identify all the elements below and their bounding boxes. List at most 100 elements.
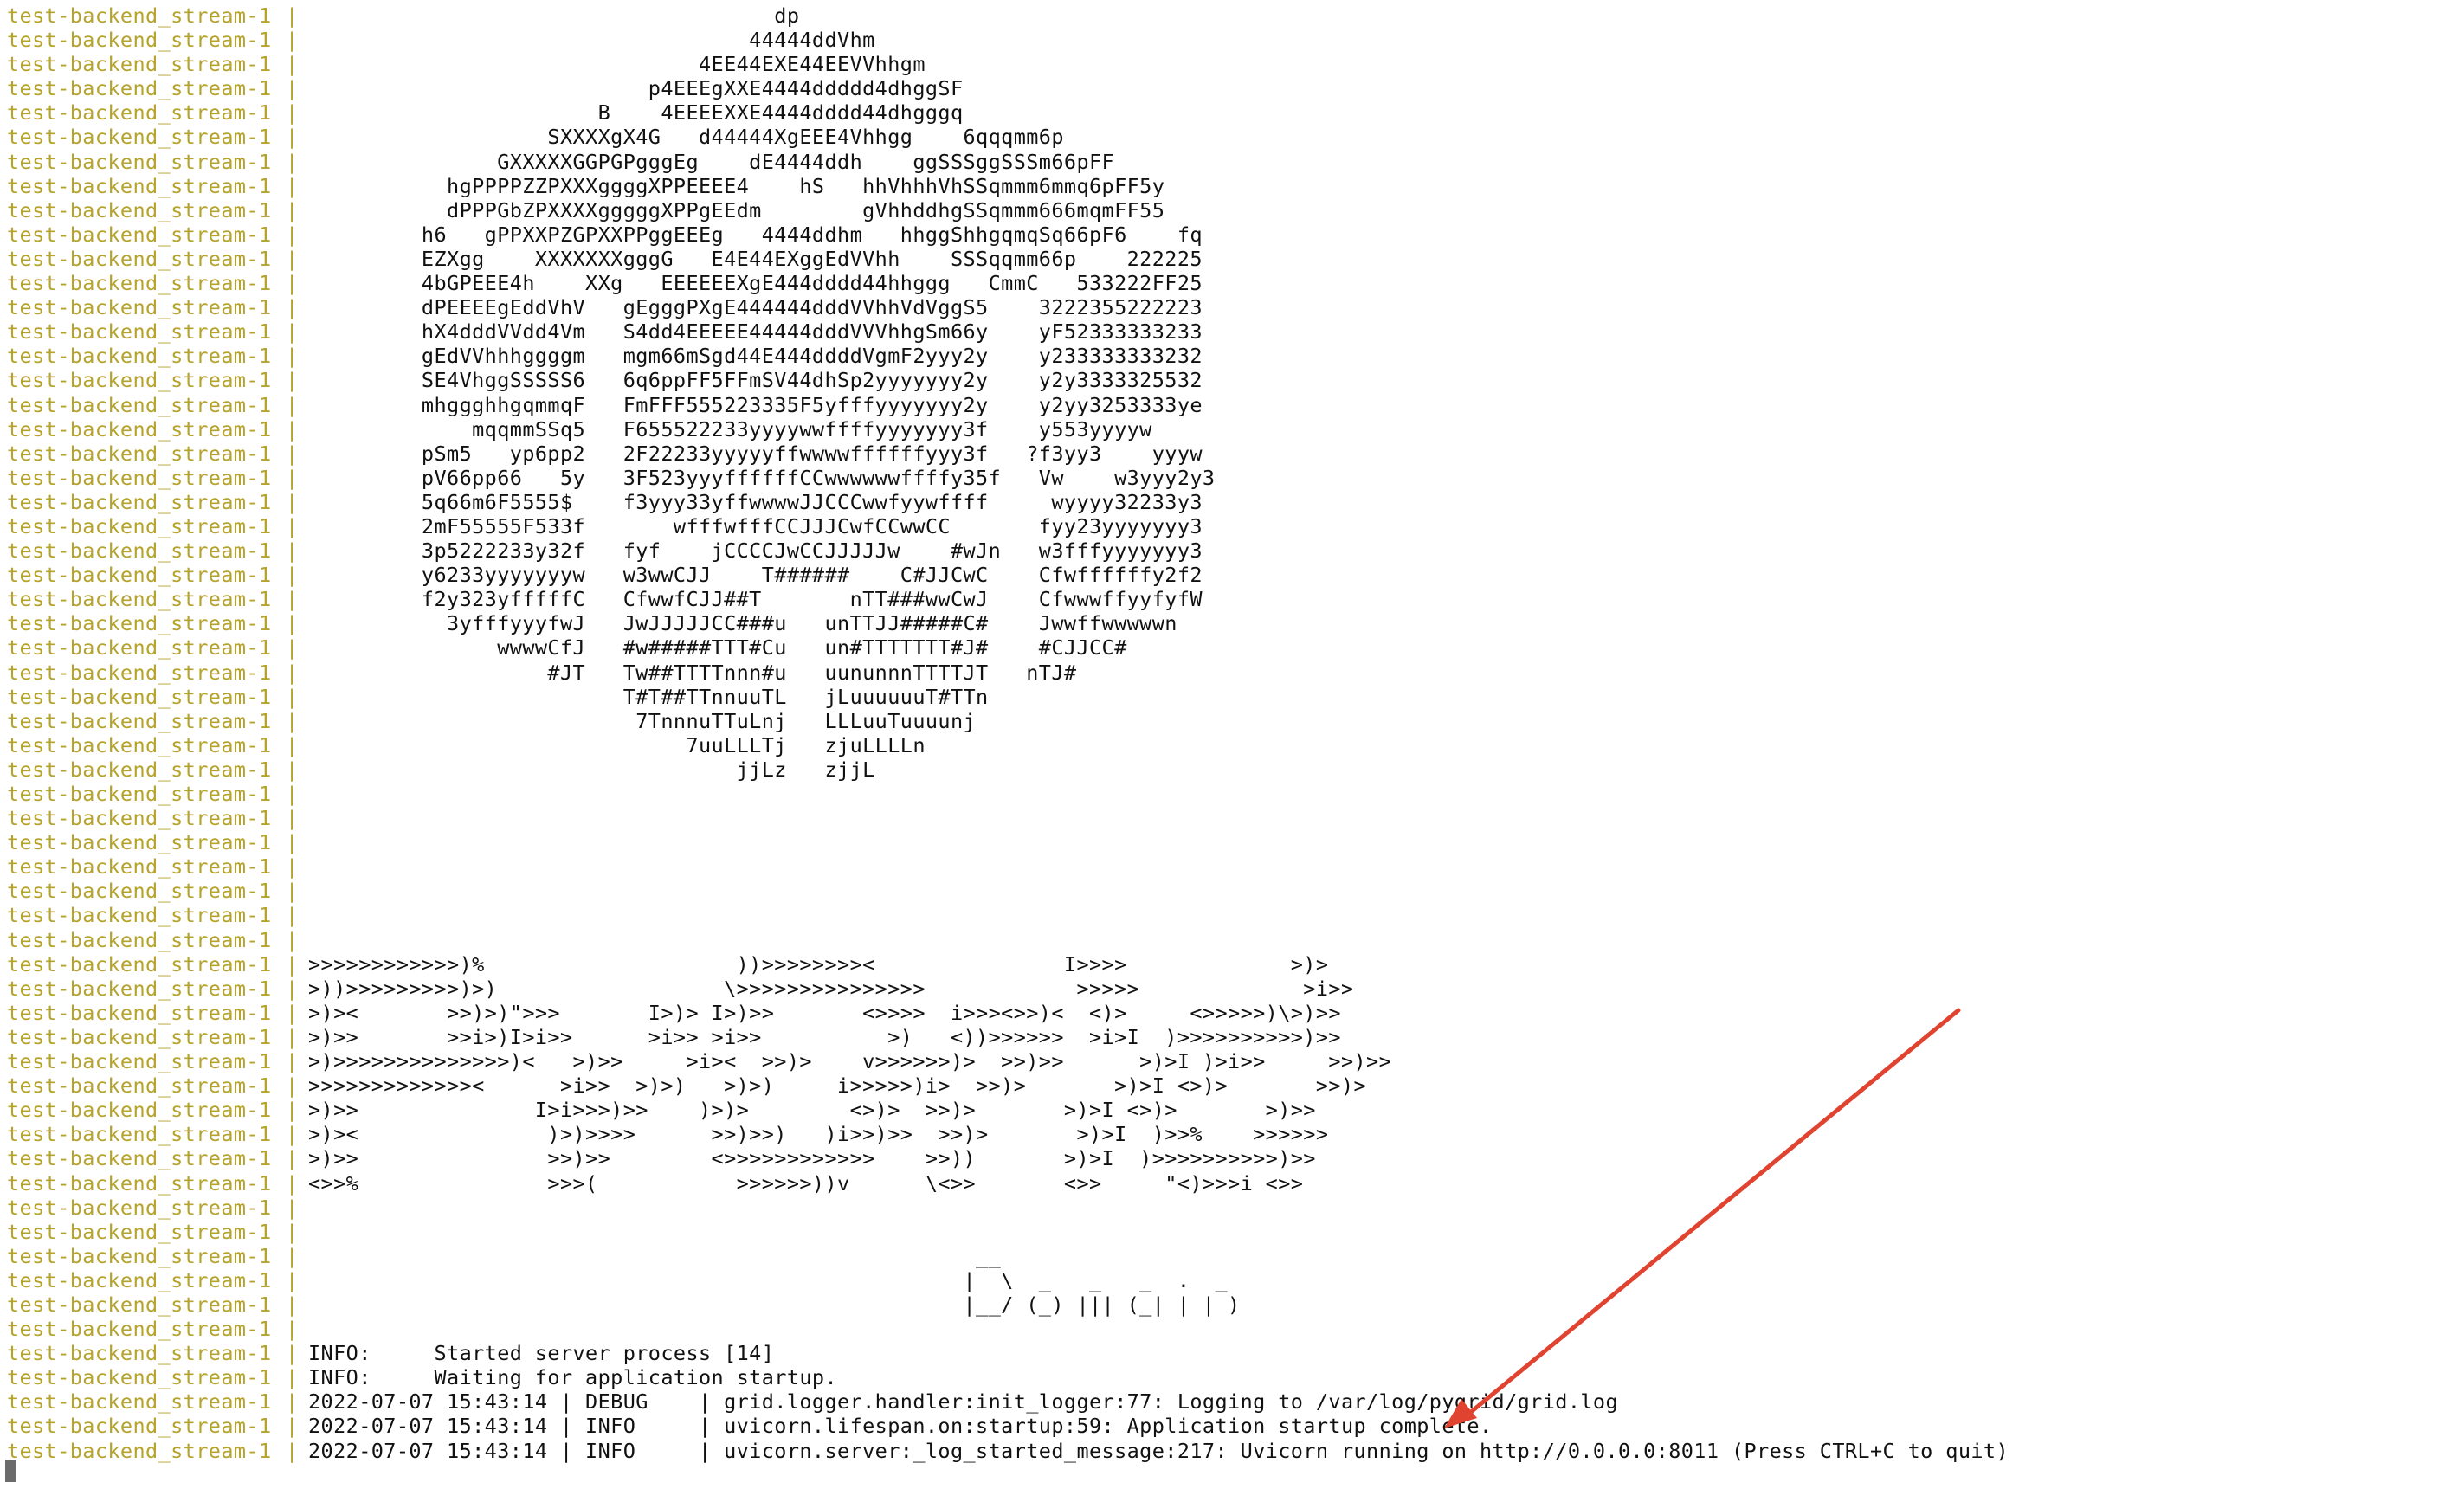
- log-line: test-backend_stream-1 | 2022-07-07 15:43:1…: [7, 1439, 2009, 1463]
- container-name-label: test-backend_stream-1: [7, 392, 272, 417]
- container-name-label: test-backend_stream-1: [7, 587, 272, 612]
- separator: |: [286, 1317, 299, 1342]
- log-line: test-backend_stream-1 | y6233yyyyyyyw w3w…: [7, 563, 2009, 587]
- separator: |: [286, 149, 299, 174]
- container-name-label: test-backend_stream-1: [7, 295, 272, 320]
- log-message: wwwwCfJ #w#####TTT#Cu un#TTTTTTT#J# #CJJ…: [308, 635, 1127, 661]
- container-name-label: test-backend_stream-1: [7, 757, 272, 782]
- separator: |: [286, 441, 299, 466]
- separator: |: [286, 806, 299, 831]
- log-message: f2y323yfffffC CfwwfCJJ##T nTT###wwCwJ Cf…: [308, 587, 1203, 612]
- container-name-label: test-backend_stream-1: [7, 1170, 272, 1196]
- log-line: test-backend_stream-1 | 7uuLLLTj zjuLLLLn: [7, 733, 2009, 757]
- log-message: <>>% >>>( >>>>>>))v \<>> <>> "<)>>>i <>>: [308, 1170, 1304, 1196]
- container-name-label: test-backend_stream-1: [7, 782, 272, 806]
- log-message: mhggghhgqmmqF FmFFF555223335F5yfffyyyyyy…: [308, 392, 1203, 417]
- log-message: GXXXXXGGPGPgggEg dE4444ddh ggSSSggSSSm66…: [308, 149, 1115, 174]
- log-message: INFO: Waiting for application startup.: [308, 1365, 838, 1390]
- separator: |: [286, 1024, 299, 1049]
- container-name-label: test-backend_stream-1: [7, 1122, 272, 1147]
- container-name-label: test-backend_stream-1: [7, 1073, 272, 1099]
- terminal-cursor: [5, 1460, 16, 1482]
- log-message: 44444ddVhm: [308, 28, 875, 53]
- log-message: 4EE44EXE44EEVVhhgm: [308, 52, 926, 77]
- container-name-label: test-backend_stream-1: [7, 830, 272, 855]
- container-name-label: test-backend_stream-1: [7, 1292, 272, 1317]
- log-message: |__/ (_) ||| (_| | | ): [308, 1292, 1241, 1317]
- log-line: test-backend_stream-1 | gEdVVhhhggggm mgm…: [7, 344, 2009, 368]
- log-message: >)>> >>)>> <>>>>>>>>>>>> >>)) >)>I )>>>>…: [308, 1146, 1316, 1171]
- log-message: 5q66m6F5555$ f3yyy33yffwwwwJJCCCwwfyywff…: [308, 489, 1203, 514]
- log-message: >>>>>>>>>>>>)% ))>>>>>>>>< I>>>> >)>: [308, 951, 1329, 977]
- container-name-label: test-backend_stream-1: [7, 513, 272, 538]
- container-name-label: test-backend_stream-1: [7, 1243, 272, 1268]
- log-line: test-backend_stream-1 | >))>>>>>>>>>)>) \>…: [7, 977, 2009, 1001]
- separator: |: [286, 392, 299, 417]
- container-name-label: test-backend_stream-1: [7, 465, 272, 490]
- container-name-label: test-backend_stream-1: [7, 416, 272, 442]
- log-message: pV66pp66 5y 3F523yyyffffffCCwwwwwwffffy3…: [308, 465, 1216, 490]
- container-name-label: test-backend_stream-1: [7, 441, 272, 466]
- container-name-label: test-backend_stream-1: [7, 1438, 272, 1463]
- container-name-label: test-backend_stream-1: [7, 1098, 272, 1123]
- container-name-label: test-backend_stream-1: [7, 708, 272, 733]
- container-name-label: test-backend_stream-1: [7, 1341, 272, 1366]
- separator: |: [286, 708, 299, 733]
- log-message: pSm5 yp6pp2 2F22233yyyyyffwwwwffffffyyy3…: [308, 441, 1203, 466]
- log-line: test-backend_stream-1 |: [7, 1196, 2009, 1220]
- log-line: test-backend_stream-1 | >>>>>>>>>>>>)% ))>…: [7, 952, 2009, 977]
- container-name-label: test-backend_stream-1: [7, 246, 272, 271]
- container-name-label: test-backend_stream-1: [7, 1219, 272, 1244]
- log-line: test-backend_stream-1 | 2022-07-07 15:43:1…: [7, 1389, 2009, 1414]
- log-line: test-backend_stream-1 |: [7, 854, 2009, 879]
- log-line: test-backend_stream-1 |: [7, 806, 2009, 830]
- separator: |: [286, 319, 299, 345]
- container-name-label: test-backend_stream-1: [7, 3, 272, 28]
- log-line: test-backend_stream-1 | 3p5222233y32f fyf…: [7, 538, 2009, 563]
- log-line: test-backend_stream-1 | wwwwCfJ #w#####TT…: [7, 635, 2009, 660]
- log-line: test-backend_stream-1 | hX4dddVVdd4Vm S4d…: [7, 319, 2009, 344]
- log-line: test-backend_stream-1 | SE4VhggSSSSS6 6q6…: [7, 368, 2009, 392]
- log-message: >)>< >>)>)">>> I>)> I>)>> <>>>> i>>><>>)…: [308, 1000, 1341, 1025]
- log-line: test-backend_stream-1 | 5q66m6F5555$ f3yy…: [7, 490, 2009, 514]
- log-line: test-backend_stream-1 | >)>> I>i>>>)>> )>)…: [7, 1098, 2009, 1122]
- separator: |: [286, 927, 299, 952]
- log-message: >>>>>>>>>>>>>< >i>> >)>) >)>) i>>>>>)i> …: [308, 1073, 1367, 1099]
- log-line: test-backend_stream-1 | __: [7, 1244, 2009, 1268]
- separator: |: [286, 76, 299, 101]
- log-line: test-backend_stream-1 | EZXgg XXXXXXXgggG…: [7, 247, 2009, 271]
- separator: |: [286, 28, 299, 53]
- separator: |: [286, 879, 299, 904]
- separator: |: [286, 416, 299, 442]
- container-name-label: test-backend_stream-1: [7, 28, 272, 53]
- log-message: h6 gPPXXPZGPXXPPggEEEg 4444ddhm hhggShhg…: [308, 222, 1203, 247]
- separator: |: [286, 513, 299, 538]
- container-name-label: test-backend_stream-1: [7, 660, 272, 685]
- log-line: test-backend_stream-1 | pSm5 yp6pp2 2F222…: [7, 442, 2009, 466]
- container-name-label: test-backend_stream-1: [7, 927, 272, 952]
- log-message: INFO: Started server process [14]: [308, 1341, 775, 1366]
- log-line: test-backend_stream-1 |: [7, 879, 2009, 903]
- log-message: jjLz zjjL: [308, 757, 875, 782]
- log-line: test-backend_stream-1 | mqqmmSSq5 F655522…: [7, 417, 2009, 442]
- log-line: test-backend_stream-1 | dp: [7, 3, 2009, 28]
- separator: |: [286, 1170, 299, 1196]
- container-name-label: test-backend_stream-1: [7, 1317, 272, 1342]
- container-name-label: test-backend_stream-1: [7, 976, 272, 1001]
- log-message: gEdVVhhhggggm mgm66mSgd44E444ddddVgmF2yy…: [308, 344, 1203, 369]
- container-name-label: test-backend_stream-1: [7, 222, 272, 247]
- log-line: test-backend_stream-1 | 3yfffyyyfwJ JwJJJ…: [7, 611, 2009, 635]
- log-line: test-backend_stream-1 | hgPPPPZZPXXXggggX…: [7, 174, 2009, 198]
- log-message: | \ _ _ _ . _: [308, 1267, 1229, 1292]
- separator: |: [286, 271, 299, 296]
- container-name-label: test-backend_stream-1: [7, 1365, 272, 1390]
- container-name-label: test-backend_stream-1: [7, 1414, 272, 1439]
- container-name-label: test-backend_stream-1: [7, 319, 272, 345]
- log-line: test-backend_stream-1 | | \ _ _ _ . _: [7, 1268, 2009, 1292]
- separator: |: [286, 951, 299, 977]
- log-line: test-backend_stream-1 | dPEEEEgEddVhV gEg…: [7, 295, 2009, 319]
- log-message: T#T##TTnnuuTL jLuuuuuuT#TTn: [308, 684, 989, 709]
- container-name-label: test-backend_stream-1: [7, 1146, 272, 1171]
- terminal-window[interactable]: test-backend_stream-1 | dp test-backend_st…: [0, 0, 2464, 1489]
- log-message: >)>< )>)>>>> >>)>>) )i>>)>> >>)> >)>I )>…: [308, 1122, 1329, 1147]
